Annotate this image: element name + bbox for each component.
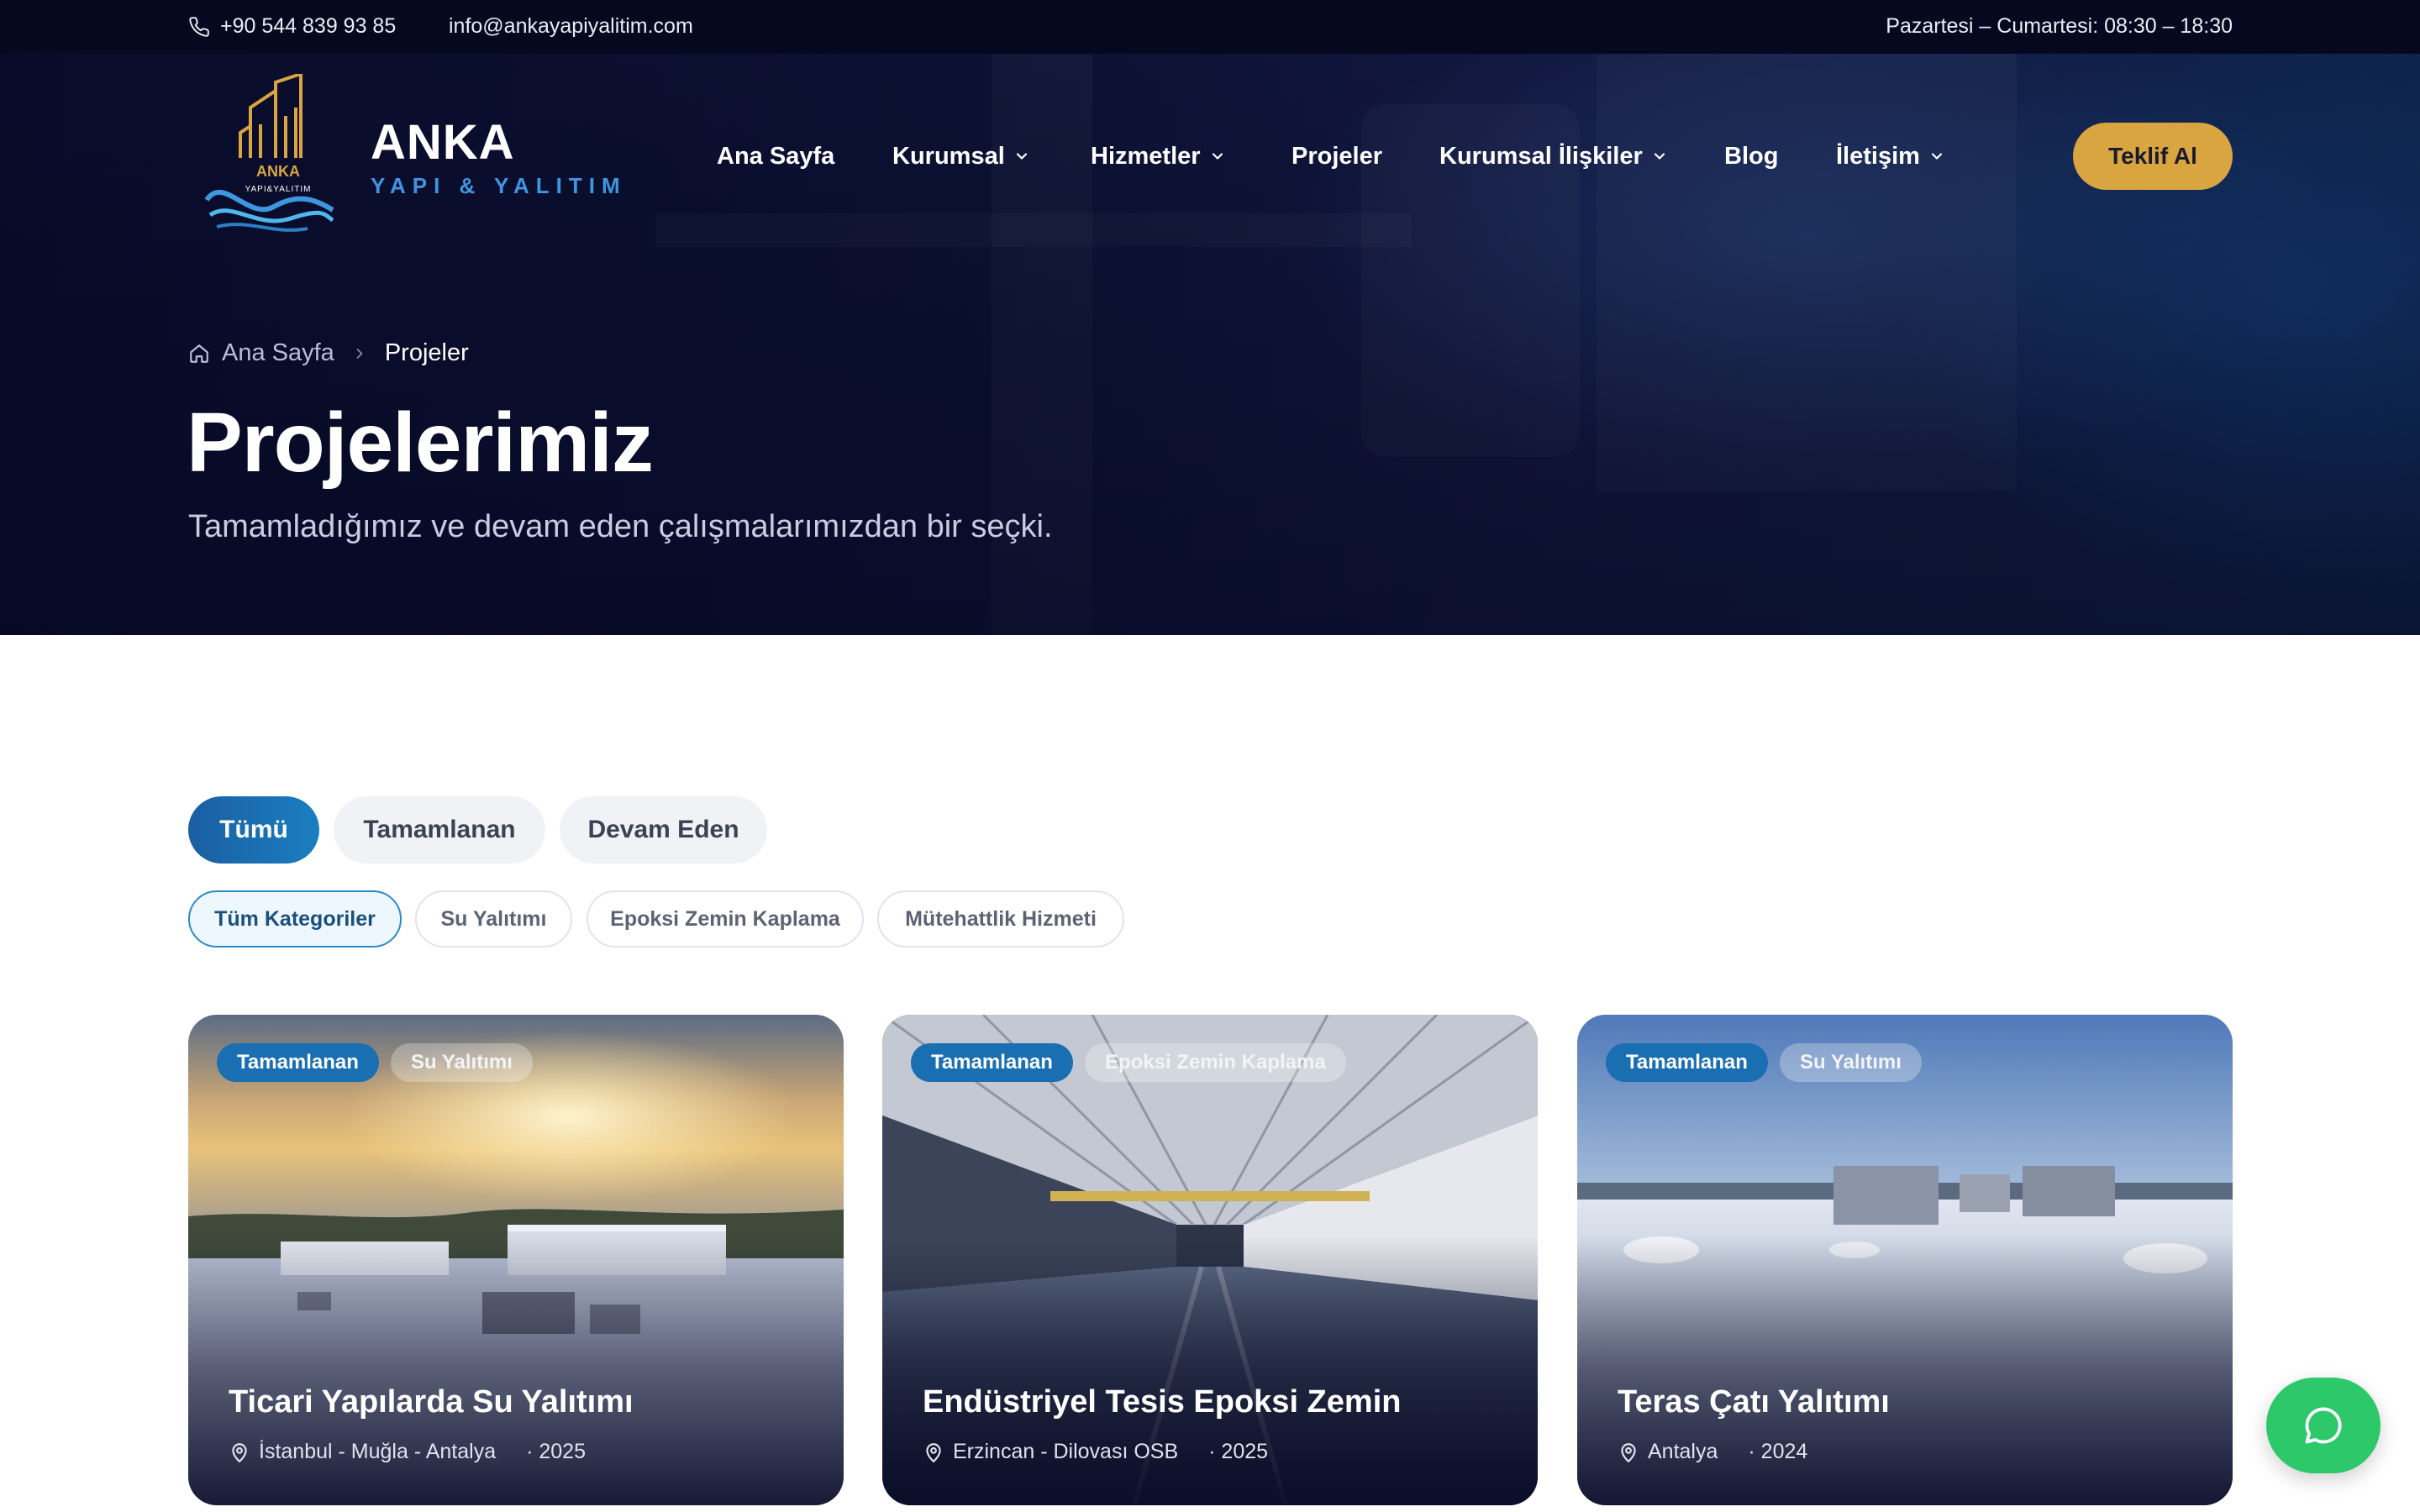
nav-item-kurumsal-iliskiler[interactable]: Kurumsal İlişkiler [1439, 139, 1668, 173]
project-year: · 2024 [1748, 1440, 1808, 1463]
project-location: Antalya [1648, 1440, 1718, 1463]
card-overlay [188, 1015, 844, 1505]
project-location: Erzincan - Dilovası OSB [953, 1440, 1179, 1463]
breadcrumb: Ana Sayfa Projeler [188, 339, 469, 367]
project-title: Teras Çatı Yalıtımı [1618, 1384, 1890, 1420]
logo-text-sub: YAPI&YALITIM [245, 185, 312, 194]
phone-icon [189, 16, 209, 37]
chevron-down-icon [1931, 153, 1943, 160]
nav-label: Projeler [1292, 142, 1382, 170]
filter-status-completed[interactable]: Tamamlanan [334, 796, 545, 864]
status-badge: Tamamlanan [217, 1043, 379, 1082]
filter-category-epoxy[interactable]: Epoksi Zemin Kaplama [587, 890, 864, 948]
project-location: İstanbul - Muğla - Antalya [259, 1440, 497, 1463]
map-pin-icon [1621, 1442, 1636, 1462]
project-card[interactable]: Tamamlanan Su Yalıtımı Teras Çatı Yalıtı… [1577, 1015, 2233, 1505]
nav-label: Ana Sayfa [717, 142, 835, 170]
filter-category-water-insulation[interactable]: Su Yalıtımı [415, 890, 572, 948]
breadcrumb-current: Projeler [384, 339, 469, 366]
phone-text: +90 544 839 93 85 [220, 14, 397, 38]
card-overlay [882, 1015, 1538, 1505]
nav-label: İletişim [1836, 142, 1920, 170]
map-pin-icon [926, 1442, 941, 1462]
nav-item-hizmetler[interactable]: Hizmetler [1091, 139, 1226, 173]
breadcrumb-home[interactable]: Ana Sayfa [222, 339, 334, 367]
chevron-right-icon [356, 348, 363, 359]
page-subtitle: Tamamladığımız ve devam eden çalışmaları… [188, 509, 1053, 544]
card-overlay [1577, 1015, 2233, 1505]
nav-item-blog[interactable]: Blog [1724, 139, 1778, 173]
filter-category-all[interactable]: Tüm Kategoriler [188, 890, 402, 948]
filter-status-ongoing[interactable]: Devam Eden [560, 796, 767, 864]
email-text: info@ankayapiyalitim.com [449, 14, 693, 38]
chevron-down-icon [1212, 153, 1223, 160]
card-tags: Tamamlanan Epoksi Zemin Kaplama [911, 1043, 1346, 1082]
nav-item-ana-sayfa[interactable]: Ana Sayfa [717, 139, 834, 173]
nav-item-kurumsal[interactable]: Kurumsal [892, 139, 1030, 173]
nav-item-iletisim[interactable]: İletişim [1836, 139, 1945, 173]
nav-label: Hizmetler [1091, 142, 1201, 170]
home-icon [190, 344, 208, 363]
topbar-email[interactable]: info@ankayapiyalitim.com [449, 14, 693, 39]
project-year: · 2025 [1208, 1440, 1269, 1463]
filter-category-contracting[interactable]: Mütehattlik Hizmeti [877, 890, 1124, 948]
page-title: Projelerimiz [187, 396, 654, 490]
topbar-hours: Pazartesi – Cumartesi: 08:30 – 18:30 [1886, 14, 2233, 39]
project-card[interactable]: Tamamlanan Epoksi Zemin Kaplama Endüstri… [882, 1015, 1538, 1505]
status-badge: Tamamlanan [911, 1043, 1073, 1082]
project-meta: Erzincan - Dilovası OSB · 2025 [923, 1440, 1268, 1464]
chevron-down-icon [1654, 153, 1665, 160]
project-title: Endüstriyel Tesis Epoksi Zemin [923, 1384, 1402, 1420]
status-badge: Tamamlanan [1606, 1043, 1768, 1082]
project-year: · 2025 [526, 1440, 586, 1463]
card-tags: Tamamlanan Su Yalıtımı [217, 1043, 533, 1082]
chat-icon [2305, 1407, 2342, 1444]
project-meta: İstanbul - Muğla - Antalya · 2025 [229, 1440, 586, 1464]
nav-label: Kurumsal İlişkiler [1439, 142, 1643, 170]
category-badge: Su Yalıtımı [390, 1043, 533, 1082]
chat-button[interactable] [2266, 1378, 2381, 1473]
topbar-phone[interactable]: +90 544 839 93 85 [188, 14, 396, 39]
category-badge: Epoksi Zemin Kaplama [1084, 1043, 1346, 1082]
nav-label: Kurumsal [892, 142, 1005, 170]
project-title: Ticari Yapılarda Su Yalıtımı [229, 1384, 634, 1420]
nav-label: Blog [1724, 142, 1779, 170]
category-badge: Su Yalıtımı [1779, 1043, 1922, 1082]
chevron-down-icon [1016, 153, 1027, 160]
logo-text-main: ANKA [256, 163, 300, 180]
hours-text: Pazartesi – Cumartesi: 08:30 – 18:30 [1886, 14, 2233, 38]
project-card[interactable]: Tamamlanan Su Yalıtımı Ticari Yapılarda … [188, 1015, 844, 1505]
get-quote-button[interactable]: Teklif Al [2073, 123, 2233, 190]
top-bar: +90 544 839 93 85 info@ankayapiyalitim.c… [0, 0, 2420, 54]
brand-subtitle: YAPI & YALITIM [371, 173, 627, 198]
map-pin-icon [232, 1442, 247, 1462]
brand-name[interactable]: ANKA [371, 114, 515, 171]
filter-status-all[interactable]: Tümü [188, 796, 319, 864]
card-tags: Tamamlanan Su Yalıtımı [1606, 1043, 1922, 1082]
nav-item-projeler[interactable]: Projeler [1292, 139, 1382, 173]
project-meta: Antalya · 2024 [1618, 1440, 1807, 1464]
